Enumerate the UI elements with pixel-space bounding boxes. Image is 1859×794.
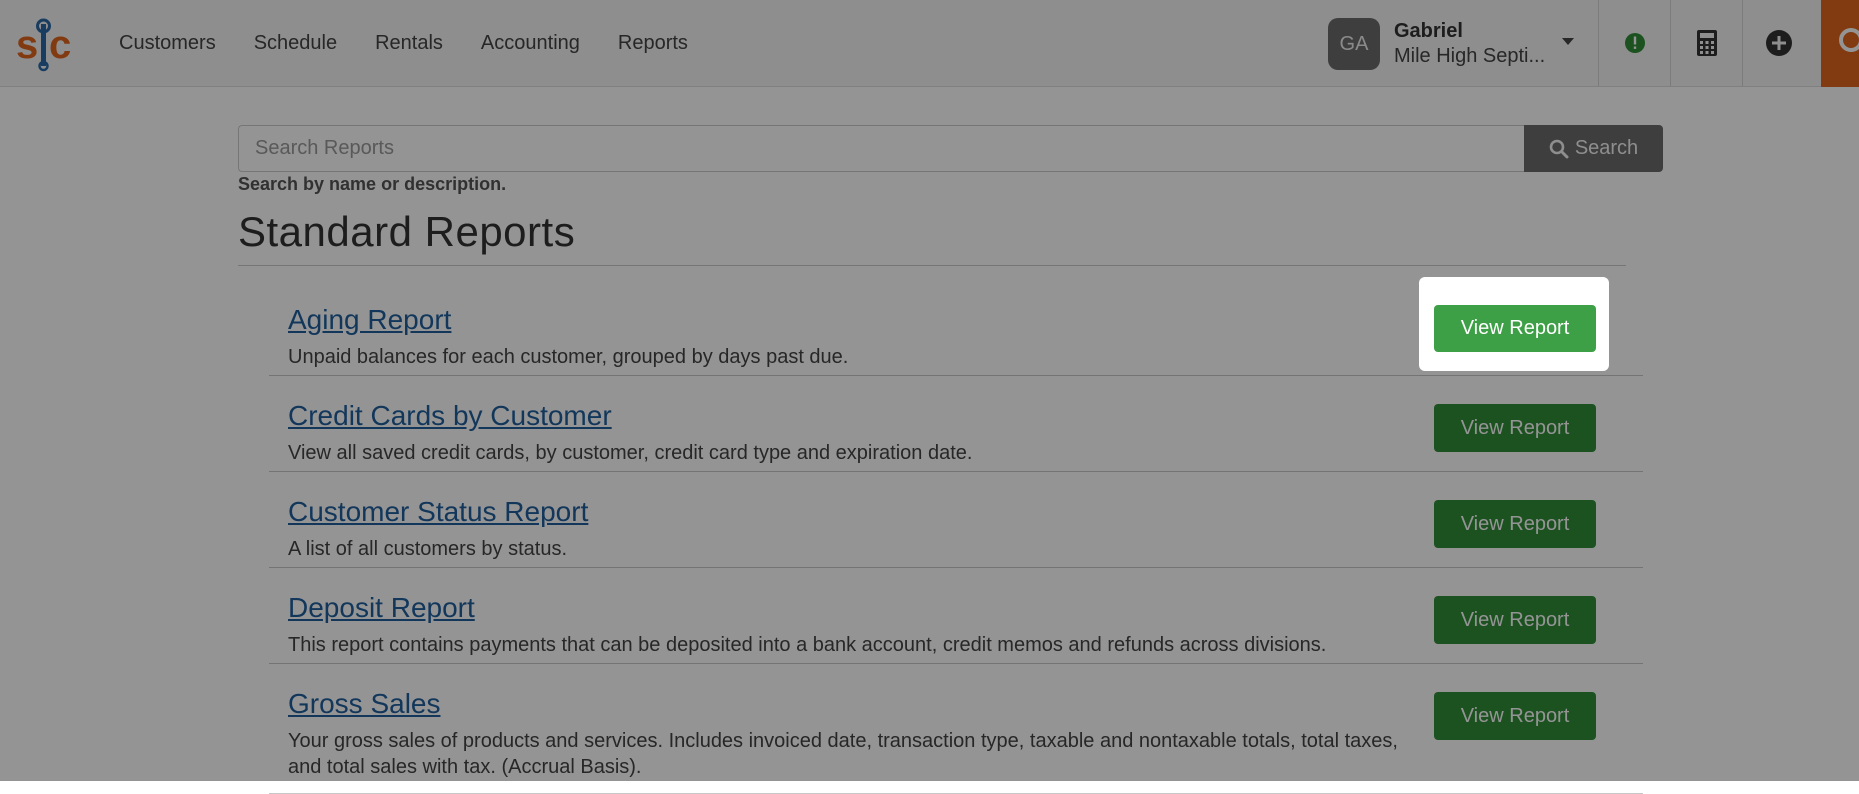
nav-schedule[interactable]: Schedule [254,32,337,55]
report-link-customer-status[interactable]: Customer Status Report [288,496,588,528]
divider [238,265,1626,266]
view-report-button[interactable]: View Report [1434,404,1596,452]
search-icon [1549,139,1569,158]
report-row-gross-sales: Gross Sales Your gross sales of products… [269,664,1643,794]
report-row-deposit: Deposit Report This report contains paym… [269,568,1643,664]
svg-text:s: s [16,23,38,67]
nav-rentals[interactable]: Rentals [375,32,443,55]
user-name: Gabriel [1394,20,1463,42]
app-logo[interactable]: s c [16,18,76,72]
top-navbar: s c Customers Schedule Rentals Accountin… [0,0,1859,87]
report-link-credit-cards[interactable]: Credit Cards by Customer [288,400,612,432]
report-description: View all saved credit cards, by customer… [288,442,973,464]
view-report-button-aging[interactable]: View Report [1434,305,1596,352]
nav-reports[interactable]: Reports [618,32,688,55]
search-icon [1839,28,1859,52]
report-link-deposit[interactable]: Deposit Report [288,592,475,624]
report-description: This report contains payments that can b… [288,634,1327,656]
user-company: Mile High Septi... [1394,45,1546,67]
view-report-button[interactable]: View Report [1434,596,1596,644]
section-title: Standard Reports [238,208,576,255]
report-link-gross-sales[interactable]: Gross Sales [288,688,441,720]
report-link-aging[interactable]: Aging Report [288,304,451,336]
report-row-credit-cards: Credit Cards by Customer View all saved … [269,376,1643,472]
add-button[interactable] [1742,0,1814,86]
search-input[interactable] [238,125,1524,172]
avatar: GA [1328,18,1380,70]
report-description: Your gross sales of products and service… [288,730,1398,778]
search-button[interactable]: Search [1524,125,1663,172]
report-search: Search [238,125,1663,172]
chevron-down-icon[interactable] [1562,37,1574,45]
plus-icon [1765,30,1792,56]
report-description: Unpaid balances for each customer, group… [288,346,849,368]
report-description: A list of all customers by status. [288,538,567,560]
calculator-button[interactable] [1670,0,1742,86]
view-report-button[interactable]: View Report [1434,692,1596,740]
search-help-text: Search by name or description. [238,174,507,194]
user-menu[interactable]: GA Gabriel Mile High Septi... [1328,18,1574,70]
search-button-label: Search [1574,137,1639,159]
nav-accounting[interactable]: Accounting [481,32,580,55]
report-row-customer-status: Customer Status Report A list of all cus… [269,472,1643,568]
nav-customers[interactable]: Customers [119,32,216,55]
alert-icon [1624,33,1645,53]
svg-text:c: c [49,23,71,67]
view-report-button[interactable]: View Report [1434,500,1596,548]
calculator-icon [1696,30,1717,56]
main-nav: Customers Schedule Rentals Accounting Re… [100,0,707,86]
global-search-button[interactable] [1821,0,1859,87]
alert-button[interactable] [1598,0,1670,86]
